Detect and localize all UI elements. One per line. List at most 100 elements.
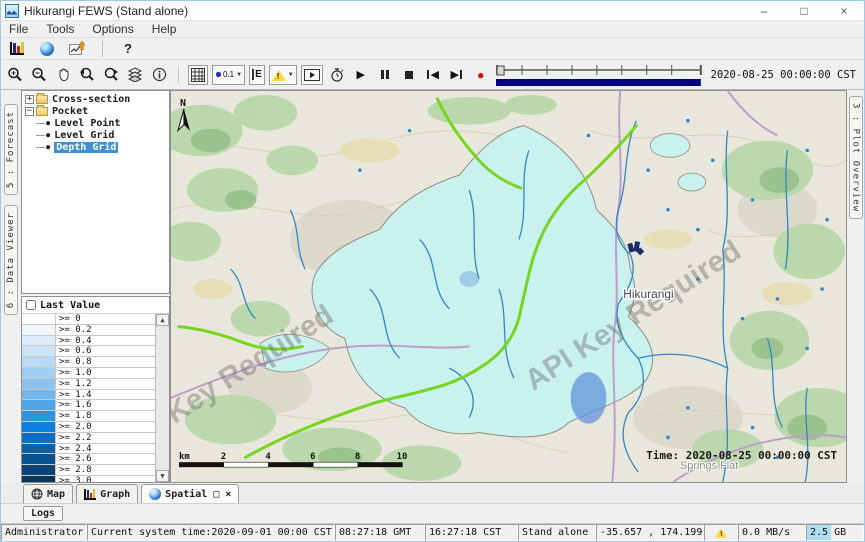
tab-plot-overview[interactable]: 3 : Plot Overview [849,96,863,219]
expand-plus-icon[interactable]: + [25,95,34,104]
warning-icon: ! [272,63,286,81]
legend-label: >= 1.0 [56,368,155,378]
left-tab-strip: 5 : Forecast 6 : Data Viewer [1,90,21,483]
tree-item-depth-grid[interactable]: ● Depth Grid [22,141,169,153]
legend-row[interactable]: >= 0.4 [22,336,155,347]
info-button[interactable] [149,65,169,85]
title-bar: Hikurangi FEWS (Stand alone) – □ × [1,1,864,21]
step-forward-button[interactable]: ▶ [447,65,467,85]
tab-close-icon[interactable]: × [225,489,231,500]
menu-bar: File Tools Options Help [1,21,864,38]
help-button[interactable]: ? [118,39,138,59]
timer-button[interactable] [327,65,347,85]
legend-swatch [22,325,56,335]
legend-swatch [22,422,56,432]
legend-label: >= 2.8 [56,465,155,475]
zoom-in-button[interactable] [5,65,25,85]
tab-map[interactable]: Map [23,484,73,503]
timeline-handle[interactable] [497,66,504,75]
play-button[interactable]: ▶ [351,65,371,85]
layers-button[interactable] [125,65,145,85]
zoom-out-button[interactable] [29,65,49,85]
chevron-down-icon: ▼ [236,72,242,78]
record-button[interactable]: ● [471,65,491,85]
tree-item-cross-section[interactable]: + Cross-section [22,93,169,105]
legend-row[interactable]: >= 2.4 [22,444,155,455]
last-value-checkbox[interactable] [26,300,36,310]
legend-row[interactable]: >= 2.8 [22,465,155,476]
svg-text:6: 6 [310,452,315,462]
scroll-up-icon[interactable]: ▲ [156,314,169,326]
timeline-slider[interactable] [495,61,703,89]
legend-label: >= 3.0 [56,476,155,482]
timeseries-display-button[interactable] [67,39,87,59]
legend-label: >= 2.6 [56,454,155,464]
minimize-button[interactable]: – [744,1,784,20]
legend-row[interactable]: >= 3.0 [22,476,155,482]
legend-swatch [22,346,56,356]
globe-icon [40,42,54,56]
pan-button[interactable] [53,65,73,85]
close-button[interactable]: × [824,1,864,20]
thresholds-dropdown[interactable]: ! ▼ [269,65,297,85]
zoom-out-icon [31,67,47,83]
grid-toggle-button[interactable] [188,65,208,85]
maximize-button[interactable]: □ [784,1,824,20]
legend-row[interactable]: >= 2.2 [22,433,155,444]
zoom-next-button[interactable] [101,65,121,85]
menu-file[interactable]: File [9,22,28,36]
legend-row[interactable]: >= 2.0 [22,422,155,433]
logs-row: Logs [1,504,864,524]
tree-item-pocket[interactable]: − Pocket [22,105,169,117]
status-system-time: Current system time:2020-09-01 00:00 CST [87,524,335,541]
map-viewport[interactable]: API Key Required API Key Required N Hiku… [170,90,847,483]
timeline-extent-bar [496,79,701,86]
legend-row[interactable]: >= 2.6 [22,454,155,465]
timeline-track [495,61,703,89]
legend-row[interactable]: >= 0.6 [22,346,155,357]
scale-legend-button[interactable]: E [249,65,265,85]
warning-icon: ! [715,524,727,537]
legend-row[interactable]: >= 1.8 [22,411,155,422]
logs-button[interactable]: Logs [23,506,63,521]
tree-item-level-grid[interactable]: ● Level Grid [22,129,169,141]
step-back-button[interactable]: ◀ [423,65,443,85]
menu-options[interactable]: Options [92,22,133,36]
tree-item-level-point[interactable]: ● Level Point [22,117,169,129]
tab-forecast[interactable]: 5 : Forecast [4,104,18,195]
spatial-display-button[interactable] [37,39,57,59]
tab-spatial[interactable]: Spatial □ × [141,484,239,503]
legend-label: >= 0.4 [56,336,155,346]
pause-button[interactable] [375,65,395,85]
stop-button[interactable] [399,65,419,85]
class-interval-dropdown[interactable]: 0.1 ▼ [212,65,245,85]
legend-header: Last Value [22,297,169,314]
svg-text:4: 4 [265,452,270,462]
legend-row[interactable]: >= 1.4 [22,390,155,401]
legend-label: >= 1.6 [56,400,155,410]
legend-row[interactable]: >= 0.8 [22,357,155,368]
status-warning[interactable]: ! [704,524,738,541]
tab-maximize-icon[interactable]: □ [213,489,219,500]
legend-rows: >= 0>= 0.2>= 0.4>= 0.6>= 0.8>= 1.0>= 1.2… [22,314,156,482]
legend-row[interactable]: >= 1.6 [22,400,155,411]
scroll-down-icon[interactable]: ▼ [156,470,169,482]
legend-row[interactable]: >= 0 [22,314,155,325]
folder-icon [36,95,48,104]
legend-row[interactable]: >= 1.0 [22,368,155,379]
stop-icon [405,71,413,79]
zoom-previous-button[interactable] [77,65,97,85]
menu-help[interactable]: Help [152,22,177,36]
legend-label: >= 0 [56,314,155,324]
collapse-minus-icon[interactable]: − [25,107,34,116]
menu-tools[interactable]: Tools [46,22,74,36]
animation-window-button[interactable] [301,65,323,85]
toolbar-separator [102,41,103,57]
legend-row[interactable]: >= 1.2 [22,379,155,390]
folder-icon [36,107,48,116]
legend-scrollbar[interactable]: ▲ ▼ [156,314,169,482]
forecast-manager-button[interactable] [7,39,27,59]
tab-graph[interactable]: Graph [76,484,138,503]
tab-data-viewer[interactable]: 6 : Data Viewer [4,205,18,315]
legend-row[interactable]: >= 0.2 [22,325,155,336]
